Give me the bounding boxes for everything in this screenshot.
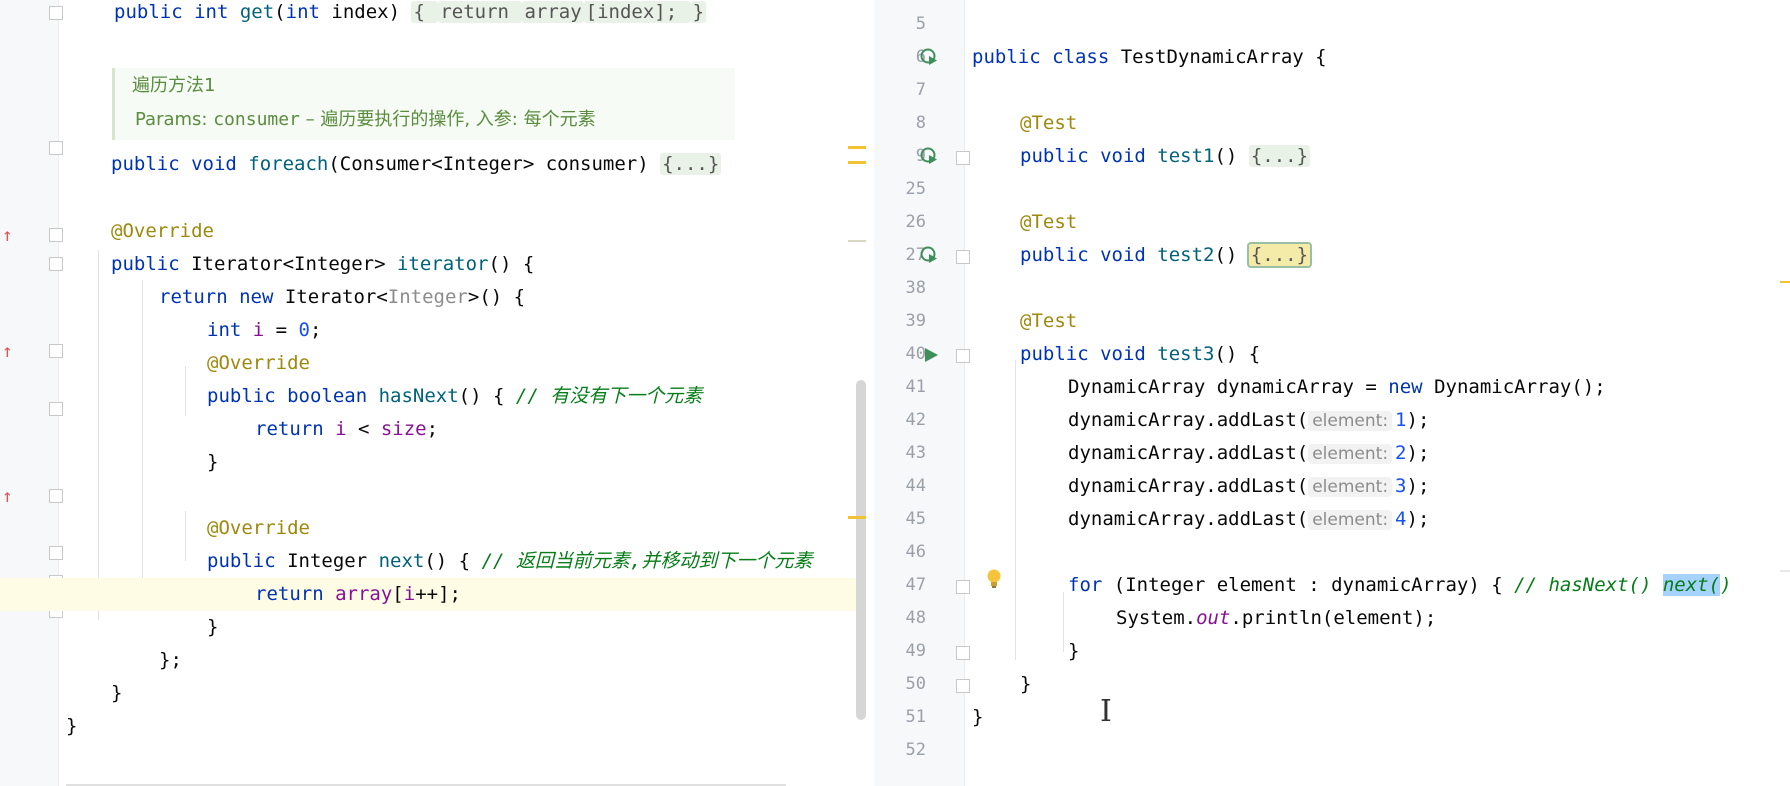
line-number: 7	[915, 80, 926, 100]
parameter-hint: element:	[1308, 444, 1393, 464]
code-line[interactable]: public boolean hasNext() { // 有没有下一个元素	[58, 380, 866, 413]
run-test-icon[interactable]	[920, 48, 938, 66]
text-cursor-icon: I	[1100, 694, 1112, 729]
code-line[interactable]: }	[58, 710, 866, 743]
code-line[interactable]: }	[964, 635, 1790, 668]
line-number: 44	[905, 476, 926, 496]
code-line[interactable]: int i = 0;	[58, 314, 866, 347]
code-line[interactable]: }	[964, 701, 1790, 734]
line-number: 50	[905, 674, 926, 694]
line-number: 40	[905, 344, 926, 364]
code-line[interactable]: }	[964, 668, 1790, 701]
code-line[interactable]: System.out.println(element);	[964, 602, 1790, 635]
run-test-icon[interactable]	[920, 246, 938, 264]
line-number: 41	[905, 377, 926, 397]
line-number: 27	[905, 245, 926, 265]
right-code-area[interactable]: public class TestDynamicArray { @Test pu…	[964, 0, 1790, 786]
line-number: 25	[905, 179, 926, 199]
change-marker[interactable]	[1780, 281, 1790, 283]
code-line[interactable]: public void test3() {	[964, 338, 1790, 371]
line-number: 26	[905, 212, 926, 232]
code-line[interactable]: }	[58, 677, 866, 710]
code-line[interactable]: @Override	[58, 512, 866, 545]
code-line[interactable]: }	[58, 446, 866, 479]
run-test-icon[interactable]	[922, 346, 940, 364]
change-marker[interactable]	[1780, 570, 1790, 572]
line-number: 42	[905, 410, 926, 430]
line-number: 6	[915, 47, 926, 67]
code-line[interactable]: return i < size;	[58, 413, 866, 446]
change-marker[interactable]	[848, 516, 866, 519]
left-gutter	[0, 0, 59, 786]
code-line[interactable]: @Override	[58, 215, 866, 248]
code-line[interactable]: dynamicArray.addLast(element: 2);	[964, 437, 1790, 470]
code-line[interactable]: for (Integer element : dynamicArray) { /…	[964, 569, 1790, 602]
code-line[interactable]: public Iterator<Integer> iterator() {	[58, 248, 866, 281]
current-line[interactable]: return array[i++];	[0, 578, 866, 611]
line-number: 39	[905, 311, 926, 331]
line-number: 9	[915, 146, 926, 166]
code-line[interactable]: dynamicArray.addLast(element: 3);	[964, 470, 1790, 503]
code-line[interactable]: public Integer next() { // 返回当前元素,并移动到下一…	[58, 545, 866, 578]
line-number: 45	[905, 509, 926, 529]
parameter-hint: element:	[1308, 411, 1393, 431]
code-line[interactable]: public void foreach(Consumer<Integer> co…	[58, 148, 866, 181]
code-line[interactable]: dynamicArray.addLast(element: 1);	[964, 404, 1790, 437]
code-line[interactable]: @Test	[964, 107, 1790, 140]
line-number: 8	[915, 113, 926, 133]
line-number: 43	[905, 443, 926, 463]
code-line[interactable]: dynamicArray.addLast(element: 4);	[964, 503, 1790, 536]
code-line[interactable]: return new Iterator<Integer>() {	[58, 281, 866, 314]
change-marker[interactable]	[848, 240, 866, 242]
line-number: 49	[905, 641, 926, 661]
line-number: 52	[905, 740, 926, 760]
code-line[interactable]: @Override	[58, 347, 866, 380]
line-number: 38	[905, 278, 926, 298]
change-marker[interactable]	[848, 146, 866, 149]
line-number: 5	[915, 14, 926, 34]
override-arrow-icon[interactable]: ↑	[2, 487, 13, 507]
line-number: 48	[905, 608, 926, 628]
code-line[interactable]: public void test1() {...}	[964, 140, 1790, 173]
code-line[interactable]: @Test	[964, 305, 1790, 338]
code-line[interactable]: DynamicArray dynamicArray = new DynamicA…	[964, 371, 1790, 404]
run-test-icon[interactable]	[920, 147, 938, 165]
override-arrow-icon[interactable]: ↑	[2, 342, 13, 362]
change-marker[interactable]	[848, 161, 866, 164]
code-line[interactable]: };	[58, 644, 866, 677]
line-number: 47	[905, 575, 926, 595]
left-editor-pane[interactable]: ↑ ↑ ↑ public int get(int index) { return…	[0, 0, 866, 786]
parameter-hint: element:	[1308, 477, 1393, 497]
code-line[interactable]: }	[58, 611, 866, 644]
line-number: 51	[905, 707, 926, 727]
parameter-hint: element:	[1308, 510, 1393, 530]
right-editor-pane[interactable]: 5 6 7 8 9 25 26 27 38 39 40 41 42 43 44 45 46 47 48 49 50 51 5…	[874, 0, 1790, 786]
left-code-area-2[interactable]: public void foreach(Consumer<Integer> co…	[0, 0, 866, 786]
code-line[interactable]: public void test2() {...}	[964, 239, 1790, 272]
left-scrollbar-thumb[interactable]	[856, 380, 866, 720]
override-arrow-icon[interactable]: ↑	[2, 226, 13, 246]
code-line[interactable]: @Test	[964, 206, 1790, 239]
line-number: 46	[905, 542, 926, 562]
code-line[interactable]: public class TestDynamicArray {	[964, 41, 1790, 74]
